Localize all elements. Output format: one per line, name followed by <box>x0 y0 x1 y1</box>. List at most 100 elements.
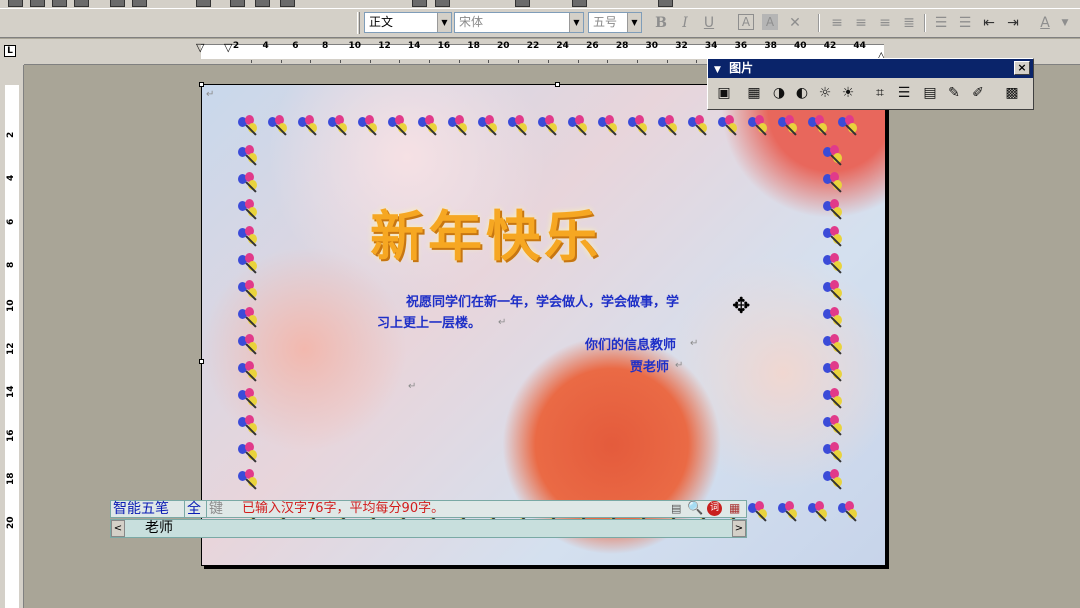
underline-button[interactable]: U <box>700 14 718 32</box>
ime-help-icon[interactable]: ▦ <box>729 501 740 515</box>
less-brightness-icon[interactable]: ☀ <box>838 83 858 103</box>
ruler-number: 10 <box>348 41 362 51</box>
document-page[interactable]: ↵ ↵ <box>201 84 886 566</box>
balloon-border-art <box>386 115 416 145</box>
balloon-border-art <box>821 145 851 172</box>
paste-icon[interactable] <box>280 0 295 7</box>
balloon-border-art <box>821 199 851 226</box>
selection-handle[interactable] <box>199 82 204 87</box>
ime-keyboard[interactable]: 键 <box>206 501 223 517</box>
balloon-border-art <box>821 280 851 307</box>
bold-button[interactable]: B <box>652 14 670 32</box>
dropdown-icon[interactable]: ▼ <box>714 65 721 75</box>
candidate-next-button[interactable]: > <box>732 520 746 537</box>
formatting-toolbar: 正文 ▼ 宋体 ▼ 五号 ▼ B I U A A ✕ ≡ ≡ ≡ ≣ ☰ ☰ ⇤… <box>0 9 1080 38</box>
tab-selector[interactable]: L <box>0 39 24 65</box>
increase-indent-icon[interactable]: ⇥ <box>1004 14 1022 32</box>
char-shading-button[interactable]: A <box>762 14 778 30</box>
ruler-tick <box>250 60 252 63</box>
hanging-indent-marker[interactable]: ▽ <box>224 41 232 54</box>
bullets-icon[interactable]: ☰ <box>956 14 974 32</box>
ruler-tick <box>339 60 341 63</box>
new-document-icon[interactable] <box>8 0 23 7</box>
balloon-border-art <box>236 361 266 388</box>
save-icon[interactable] <box>52 0 67 7</box>
ruler-number: 14 <box>6 385 16 399</box>
hyperlink-icon[interactable] <box>412 0 427 7</box>
italic-button[interactable]: I <box>676 14 694 32</box>
char-border-button[interactable]: A <box>738 14 754 30</box>
chevron-down-icon[interactable]: ▼ <box>569 13 583 32</box>
vertical-ruler[interactable]: 2 4 6 8 10 12 14 16 18 20 <box>0 65 24 608</box>
more-contrast-icon[interactable]: ◑ <box>769 83 789 103</box>
line-style-icon[interactable]: ☰ <box>894 83 914 103</box>
drawing-icon[interactable] <box>572 0 587 7</box>
tab-stop-type: L <box>4 45 16 57</box>
balloon-border-art <box>326 115 356 145</box>
toolbar-separator <box>818 14 820 32</box>
ruler-number: 34 <box>704 41 718 51</box>
first-line-indent-marker[interactable]: ▽ <box>196 41 204 54</box>
justify-icon[interactable]: ≣ <box>900 14 918 32</box>
ime-mode[interactable]: 智能五笔 <box>113 501 169 517</box>
balloon-border-art <box>821 361 851 388</box>
balloon-border-art <box>356 115 386 145</box>
copy-icon[interactable] <box>255 0 270 7</box>
balloon-border-art <box>266 115 296 145</box>
font-select[interactable]: 宋体 ▼ <box>454 12 584 33</box>
compress-pictures-icon[interactable]: ▤ <box>920 83 940 103</box>
numbering-icon[interactable]: ☰ <box>932 14 950 32</box>
balloon-border-art <box>596 115 626 145</box>
text-wrapping-icon[interactable]: ✎ <box>944 83 964 103</box>
less-contrast-icon[interactable]: ◐ <box>792 83 812 103</box>
font-color-button[interactable]: A <box>1036 14 1054 32</box>
ruler-number: 4 <box>6 175 16 182</box>
picture-toolbar-titlebar[interactable]: ▼ 图片 × <box>708 59 1033 78</box>
chevron-down-icon[interactable]: ▼ <box>1056 14 1074 32</box>
balloon-border-art <box>236 415 266 442</box>
char-scale-icon[interactable]: ✕ <box>786 14 804 32</box>
ruler-number: 6 <box>292 41 299 51</box>
balloon-border-art <box>821 442 851 469</box>
cut-icon[interactable] <box>230 0 245 7</box>
font-size-select[interactable]: 五号 ▼ <box>588 12 642 33</box>
tables-icon[interactable] <box>435 0 450 7</box>
crop-icon[interactable]: ⌗ <box>870 83 890 103</box>
style-select[interactable]: 正文 ▼ <box>364 12 452 33</box>
columns-icon[interactable] <box>515 0 530 7</box>
picture-toolbar-title: 图片 <box>729 61 754 75</box>
toolbar-grip[interactable] <box>357 12 360 34</box>
balloon-border-art <box>236 388 266 415</box>
color-icon[interactable]: ▦ <box>744 83 764 103</box>
ruler-number: 40 <box>794 41 807 51</box>
ruler-tick <box>696 60 698 63</box>
insert-picture-icon[interactable]: ▣ <box>714 83 734 103</box>
search-icon[interactable]: 🔍 <box>687 501 703 516</box>
candidate-word[interactable]: 老师 <box>145 520 173 537</box>
balloon-border-art <box>626 115 656 145</box>
reset-picture-icon[interactable]: ▩ <box>1002 83 1022 103</box>
chevron-down-icon[interactable]: ▼ <box>627 13 641 32</box>
selection-handle[interactable] <box>555 82 560 87</box>
align-left-icon[interactable]: ≡ <box>828 14 846 32</box>
align-right-icon[interactable]: ≡ <box>876 14 894 32</box>
format-picture-icon[interactable]: ✐ <box>968 83 988 103</box>
close-button[interactable]: × <box>1014 61 1030 75</box>
ime-option-icon[interactable]: ▤ <box>671 502 681 515</box>
print-preview-icon[interactable] <box>132 0 147 7</box>
decrease-indent-icon[interactable]: ⇤ <box>980 14 998 32</box>
permission-icon[interactable] <box>74 0 89 7</box>
balloon-border-art <box>416 115 446 145</box>
dictionary-icon[interactable]: 词 <box>707 501 722 516</box>
align-center-icon[interactable]: ≡ <box>852 14 870 32</box>
chevron-down-icon[interactable]: ▼ <box>437 13 451 32</box>
print-icon[interactable] <box>110 0 125 7</box>
candidate-prev-button[interactable]: < <box>111 520 125 537</box>
more-brightness-icon[interactable]: ☼ <box>815 83 835 103</box>
spelling-icon[interactable] <box>196 0 211 7</box>
selection-handle[interactable] <box>199 359 204 364</box>
open-icon[interactable] <box>30 0 45 7</box>
ime-full-width[interactable]: 全 <box>184 501 201 517</box>
balloon-border-art <box>821 334 851 361</box>
help-icon[interactable] <box>658 0 673 7</box>
